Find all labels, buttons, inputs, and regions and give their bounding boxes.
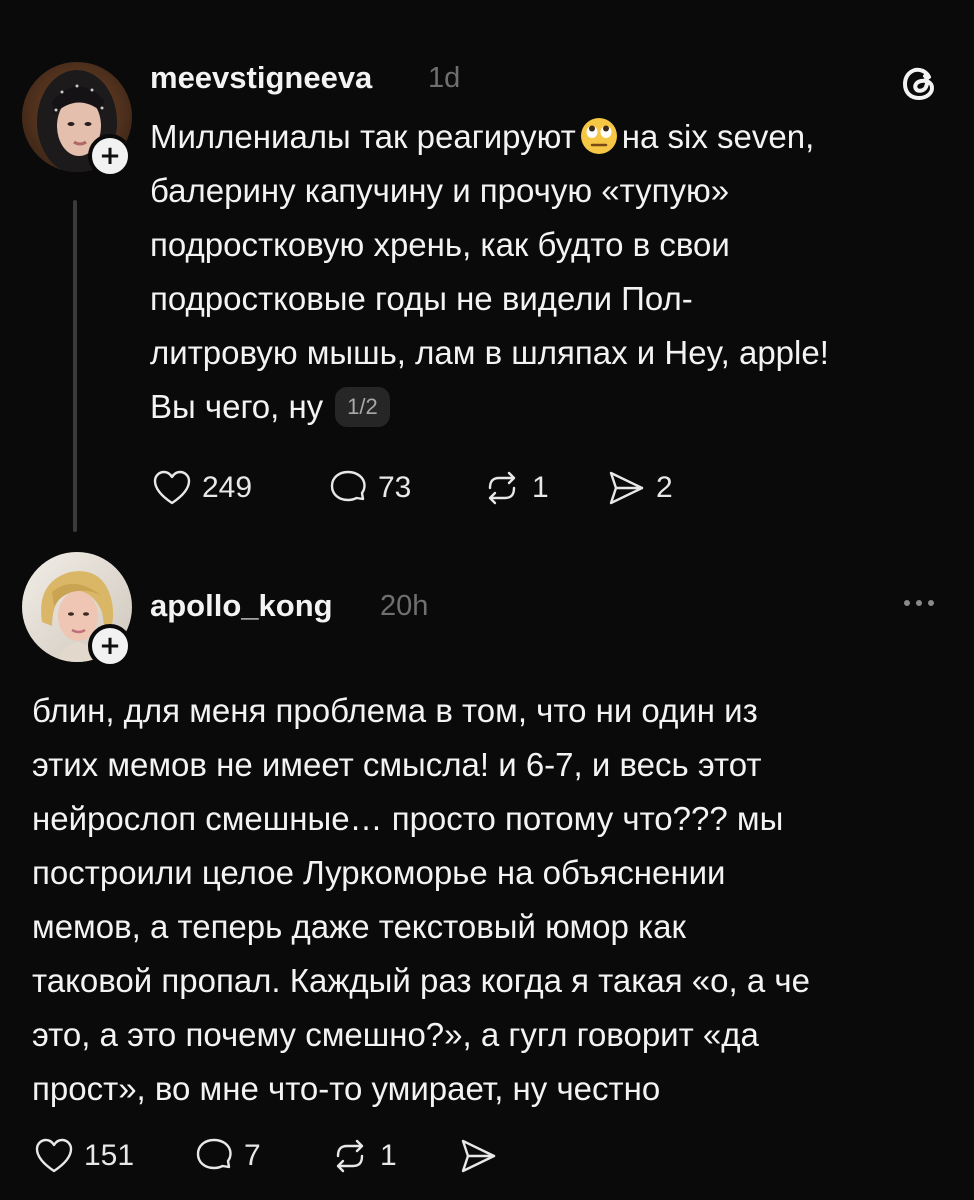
post-actions: 151 7 1 [32, 1134, 516, 1178]
avatar-apollo_kong-wrap[interactable]: + [22, 552, 132, 668]
text-line: блин, для меня проблема в том, что ни од… [32, 692, 758, 729]
share-button[interactable] [456, 1134, 516, 1178]
page-badge[interactable]: 1/2 [335, 387, 390, 427]
text-line: балерину капучину и прочую «тупую» [150, 172, 730, 209]
post-text: Миллениалы так реагируют на six seven, б… [150, 110, 829, 434]
text-segment: Вы чего, ну [150, 388, 324, 425]
like-count: 249 [202, 471, 253, 504]
reply-count: 7 [244, 1139, 261, 1172]
eye-roll-emoji-icon [580, 118, 617, 154]
post-meevstigneeva: + meevstigneeva 1d Миллениалы так реагир… [0, 0, 974, 540]
text-line: подростковую хрень, как будто в свои [150, 226, 730, 263]
reply-count: 73 [378, 471, 412, 504]
share-count: 2 [656, 471, 673, 504]
reply-button[interactable]: 73 [326, 466, 480, 510]
text-line: прост», во мне что-то умирает, ну честно [32, 1070, 661, 1107]
dot [904, 600, 910, 606]
send-icon [609, 471, 644, 505]
text-line: нейрослоп смешные… просто потому что??? … [32, 800, 784, 837]
send-icon [461, 1139, 496, 1173]
heart-icon [153, 470, 191, 505]
like-count: 151 [84, 1139, 135, 1172]
post-text: блин, для меня проблема в том, что ни од… [32, 684, 810, 1116]
reply-button[interactable]: 7 [192, 1134, 328, 1178]
share-button[interactable]: 2 [604, 466, 704, 510]
avatar-meevstigneeva-wrap[interactable]: + [22, 62, 132, 178]
post-time: 20h [380, 590, 429, 622]
repost-button[interactable]: 1 [328, 1134, 456, 1178]
username[interactable]: apollo_kong [150, 588, 333, 624]
thread-line [73, 200, 77, 532]
repost-icon [336, 1139, 364, 1173]
text-line: литровую мышь, лам в шляпах и Hey, apple… [150, 334, 829, 371]
heart-icon [35, 1138, 73, 1173]
dot [928, 600, 934, 606]
follow-button[interactable]: + [88, 134, 132, 178]
threads-logo-icon[interactable] [898, 62, 942, 106]
text-line: построили целое Луркоморье на объяснении [32, 854, 726, 891]
text-line: подростковые годы не видели Пол- [150, 280, 693, 317]
text-line: Миллениалы так реагируют на six seven, [150, 110, 829, 164]
post-apollo_kong: + apollo_kong 20h блин, для меня проблем… [0, 540, 974, 1200]
text-line: это, а это почему смешно?», а гугл говор… [32, 1016, 759, 1053]
text-line: мемов, а теперь даже текстовый юмор как [32, 908, 686, 945]
follow-button[interactable]: + [88, 624, 132, 668]
repost-icon [488, 471, 516, 505]
text-line: этих мемов не имеет смысла! и 6-7, и вес… [32, 746, 762, 783]
like-button[interactable]: 249 [150, 466, 326, 510]
comment-icon [330, 470, 366, 502]
username[interactable]: meevstigneeva [150, 60, 372, 96]
repost-count: 1 [380, 1139, 397, 1172]
like-button[interactable]: 151 [32, 1134, 192, 1178]
post-actions: 249 73 1 2 [150, 466, 704, 510]
text-segment: Миллениалы так реагируют [150, 118, 576, 155]
post-time: 1d [428, 62, 461, 94]
comment-icon [196, 1138, 232, 1170]
repost-button[interactable]: 1 [480, 466, 604, 510]
text-segment: на six seven, [621, 118, 815, 155]
text-line: Вы чего, ну 1/2 [150, 380, 829, 434]
text-line: таковой пропал. Каждый раз когда я такая… [32, 962, 810, 999]
more-options-button[interactable] [904, 600, 934, 606]
repost-count: 1 [532, 471, 549, 504]
dot [916, 600, 922, 606]
